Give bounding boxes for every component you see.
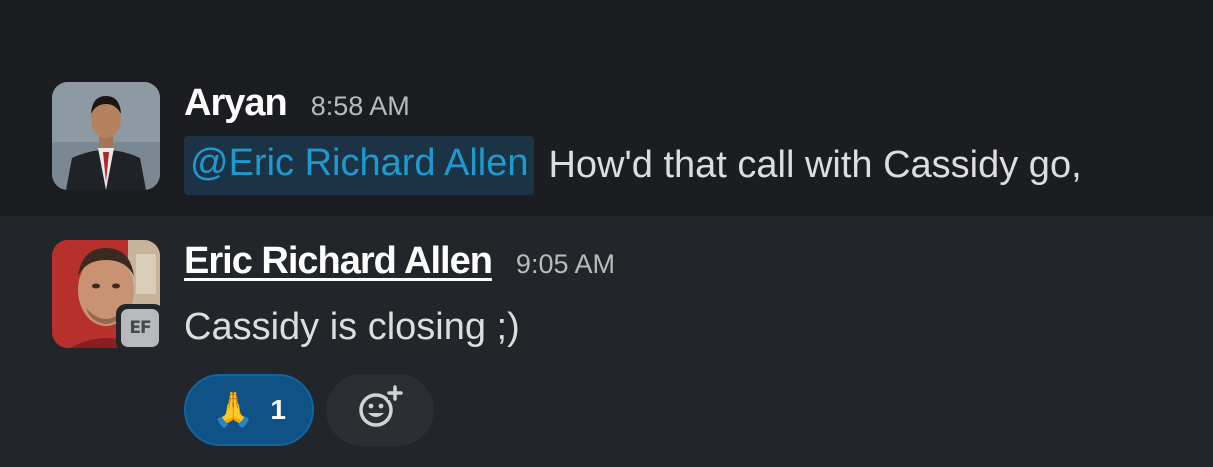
message-pane: Aryan 8:58 AM @Eric Richard Allen How'd … — [0, 0, 1213, 467]
message-header: Aryan 8:58 AM — [184, 82, 410, 125]
message-row[interactable]: Aryan 8:58 AM @Eric Richard Allen How'd … — [0, 0, 1213, 216]
avatar[interactable] — [52, 82, 160, 190]
reaction-count: 1 — [270, 394, 286, 425]
reactions-bar: 🙏 1 — [184, 374, 434, 446]
reaction-pill[interactable]: 🙏 1 — [184, 374, 314, 446]
status-badge-label: EF — [121, 309, 159, 347]
message-row[interactable]: EF Eric Richard Allen 9:05 AM Cassidy is… — [0, 216, 1213, 467]
timestamp[interactable]: 8:58 AM — [311, 91, 410, 122]
add-reaction-button[interactable] — [326, 374, 434, 446]
add-emoji-icon — [354, 382, 406, 439]
sender-name[interactable]: Eric Richard Allen — [184, 240, 493, 283]
message-header: Eric Richard Allen 9:05 AM — [184, 240, 615, 283]
folded-hands-icon: 🙏 — [212, 391, 255, 429]
status-badge[interactable]: EF — [116, 304, 164, 352]
message-body: Cassidy is closing ;) — [184, 306, 520, 348]
user-mention[interactable]: @Eric Richard Allen — [184, 136, 535, 195]
timestamp[interactable]: 9:05 AM — [516, 249, 615, 280]
sender-name[interactable]: Aryan — [184, 82, 288, 125]
message-text: @Eric Richard Allen How'd that call with… — [184, 136, 1082, 195]
message-body: How'd that call with Cassidy go, — [548, 144, 1082, 186]
